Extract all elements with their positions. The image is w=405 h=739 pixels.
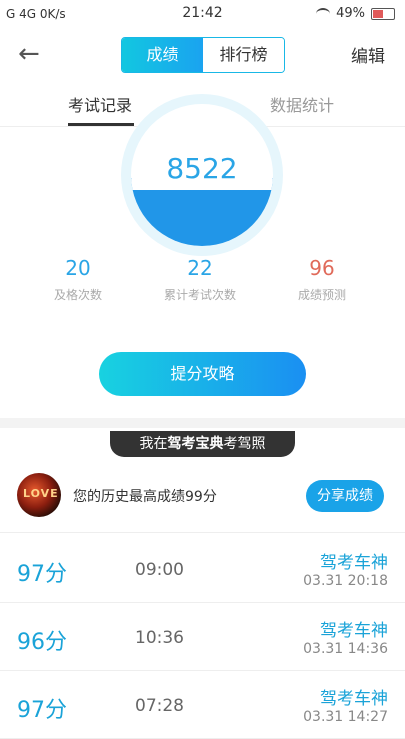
promo-brand: 驾考宝典	[167, 436, 224, 452]
stat-predicted-score: 96 成绩预测	[262, 256, 382, 303]
record-title: 驾考车神	[320, 621, 388, 641]
stat-pass-count: 20 及格次数	[18, 256, 138, 303]
status-bar: G 4G 0K/s 21:42 49%	[0, 0, 405, 28]
share-score-button[interactable]: 分享成绩	[306, 480, 384, 512]
record-duration: 10:36	[135, 628, 184, 648]
stat-total-exams: 22 累计考试次数	[140, 256, 260, 303]
stat-value: 22	[187, 256, 213, 280]
tab-statistics[interactable]: 数据统计	[270, 92, 334, 116]
best-score-text: 您的历史最高成绩99分	[73, 489, 217, 505]
record-score: 96分	[17, 630, 67, 655]
tab-exam-records[interactable]: 考试记录	[68, 92, 132, 116]
battery-icon	[371, 7, 395, 20]
promo-suffix: 考驾照	[223, 436, 266, 452]
record-title: 驾考车神	[320, 689, 388, 709]
score-gauge: 8522	[121, 94, 283, 256]
section-divider	[0, 418, 405, 428]
back-arrow-icon[interactable]: ←	[18, 40, 46, 68]
list-item[interactable]: 96分 10:36 驾考车神 03.31 14:36	[0, 603, 405, 671]
list-item[interactable]: 97分 09:00 驾考车神 03.31 20:18	[0, 535, 405, 603]
list-item[interactable]: 97分 07:28 驾考车神 03.31 14:27	[0, 671, 405, 739]
promo-banner: 我在驾考宝典考驾照	[110, 431, 295, 457]
record-duration: 09:00	[135, 560, 184, 580]
record-date: 03.31 14:27	[303, 709, 388, 725]
top-header: ← 成绩 排行榜 编辑	[0, 28, 405, 80]
stat-value: 20	[65, 256, 91, 280]
record-duration: 07:28	[135, 696, 184, 716]
wifi-icon	[316, 7, 331, 20]
edit-button[interactable]: 编辑	[351, 42, 385, 67]
promo-prefix: 我在	[139, 436, 168, 452]
tab-score[interactable]: 成绩	[122, 38, 203, 72]
record-date: 03.31 20:18	[303, 573, 388, 589]
active-tab-underline	[68, 123, 134, 126]
stat-value: 96	[309, 256, 335, 280]
record-title: 驾考车神	[320, 553, 388, 573]
improve-tips-button[interactable]: 提分攻略	[99, 352, 306, 396]
gauge-value: 8522	[166, 152, 238, 185]
avatar-text: LOVE	[23, 487, 59, 500]
stat-label: 累计考试次数	[163, 288, 236, 302]
best-score-row: LOVE 您的历史最高成绩99分 分享成绩	[0, 470, 405, 533]
record-date: 03.31 14:36	[303, 641, 388, 657]
record-score: 97分	[17, 698, 67, 723]
stats-row: 20 及格次数 22 累计考试次数 96 成绩预测	[0, 256, 405, 316]
record-score: 97分	[17, 562, 67, 587]
stat-label: 及格次数	[53, 288, 102, 302]
status-right: 49%	[316, 6, 395, 21]
battery-percent: 49%	[336, 6, 365, 21]
battery-level	[373, 9, 383, 18]
stat-label: 成绩预测	[297, 288, 346, 302]
tab-ranking[interactable]: 排行榜	[203, 38, 284, 72]
segmented-control: 成绩 排行榜	[121, 37, 285, 73]
avatar: LOVE	[17, 473, 61, 517]
